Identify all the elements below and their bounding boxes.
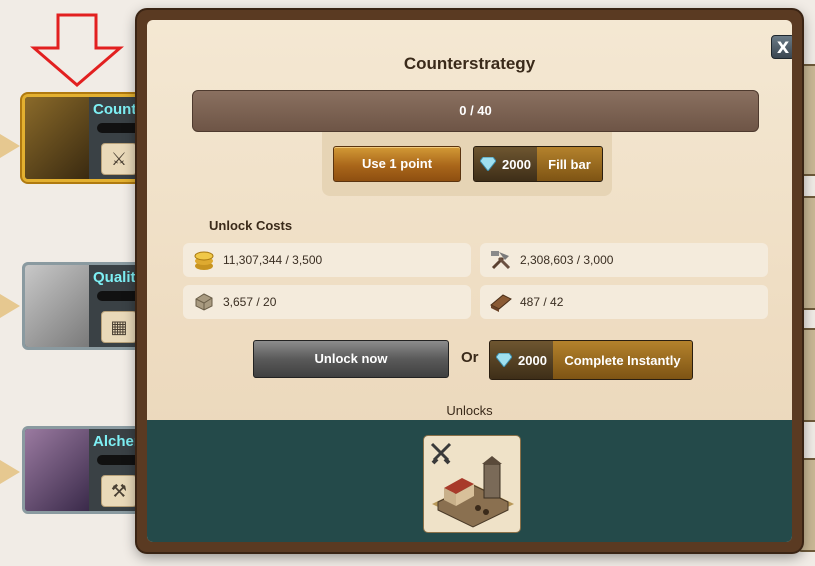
unlocked-building-card[interactable] bbox=[423, 435, 521, 533]
connector-arrow-icon bbox=[0, 294, 20, 318]
unlock-now-button[interactable]: Unlock now bbox=[253, 340, 449, 378]
cost-lumber: 487 / 42 bbox=[480, 285, 768, 319]
bricks-icon: ▦ bbox=[101, 311, 137, 343]
node-image bbox=[25, 97, 89, 179]
node-image bbox=[25, 265, 89, 347]
progress-text: 0 / 40 bbox=[459, 103, 492, 118]
complete-instantly-label: Complete Instantly bbox=[552, 341, 692, 379]
barracks-building-image bbox=[432, 456, 514, 528]
close-button[interactable]: X bbox=[771, 35, 792, 59]
cost-stone: 3,657 / 20 bbox=[183, 285, 471, 319]
or-label: Or bbox=[461, 349, 479, 366]
cost-tools: 2,308,603 / 3,000 bbox=[480, 243, 768, 277]
node-progress-bar bbox=[97, 123, 139, 133]
tools-icon bbox=[488, 247, 514, 273]
complete-instantly-cost: 2000 bbox=[490, 341, 553, 379]
research-node-quality[interactable]: Qualit ▦ bbox=[22, 262, 142, 350]
fill-bar-label: Fill bar bbox=[536, 147, 602, 181]
use-point-label: Use 1 point bbox=[361, 156, 433, 171]
research-node-alchemy[interactable]: Alcher ⚒ bbox=[22, 426, 142, 514]
fill-bar-cost: 2000 bbox=[474, 147, 537, 181]
diamond-icon bbox=[480, 157, 496, 171]
stone-icon bbox=[191, 289, 217, 315]
unlocks-panel bbox=[147, 420, 792, 542]
diamond-icon bbox=[496, 353, 512, 367]
hammer-icon: ⚒ bbox=[101, 475, 137, 507]
use-point-button[interactable]: Use 1 point bbox=[333, 146, 461, 182]
crossed-swords-icon: ⚔ bbox=[101, 143, 137, 175]
research-dialog: Counterstrategy X 0 / 40 Use 1 point 200… bbox=[137, 10, 802, 552]
connector-arrow-icon bbox=[0, 134, 20, 158]
node-image bbox=[25, 429, 89, 511]
fill-bar-button[interactable]: 2000 Fill bar bbox=[473, 146, 603, 182]
dialog-title: Counterstrategy bbox=[403, 54, 536, 73]
node-progress-bar bbox=[97, 291, 139, 301]
unlock-costs-heading: Unlock Costs bbox=[209, 218, 293, 233]
complete-instantly-button[interactable]: 2000 Complete Instantly bbox=[489, 340, 693, 380]
unlocks-heading: Unlocks bbox=[446, 403, 493, 418]
node-title: Count bbox=[93, 101, 137, 118]
research-node-counterstrategy[interactable]: Count ⚔ bbox=[22, 94, 142, 182]
node-title: Qualit bbox=[93, 269, 136, 286]
research-progress-bar: 0 / 40 bbox=[192, 90, 759, 132]
cost-coins: 11,307,344 / 3,500 bbox=[183, 243, 471, 277]
lumber-icon bbox=[488, 289, 514, 315]
dialog-body: Counterstrategy X 0 / 40 Use 1 point 200… bbox=[147, 20, 792, 542]
coins-icon bbox=[191, 247, 217, 273]
connector-arrow-icon bbox=[0, 460, 20, 484]
node-title: Alcher bbox=[93, 433, 140, 450]
guide-arrow-icon bbox=[30, 13, 124, 87]
node-progress-bar bbox=[97, 455, 139, 465]
